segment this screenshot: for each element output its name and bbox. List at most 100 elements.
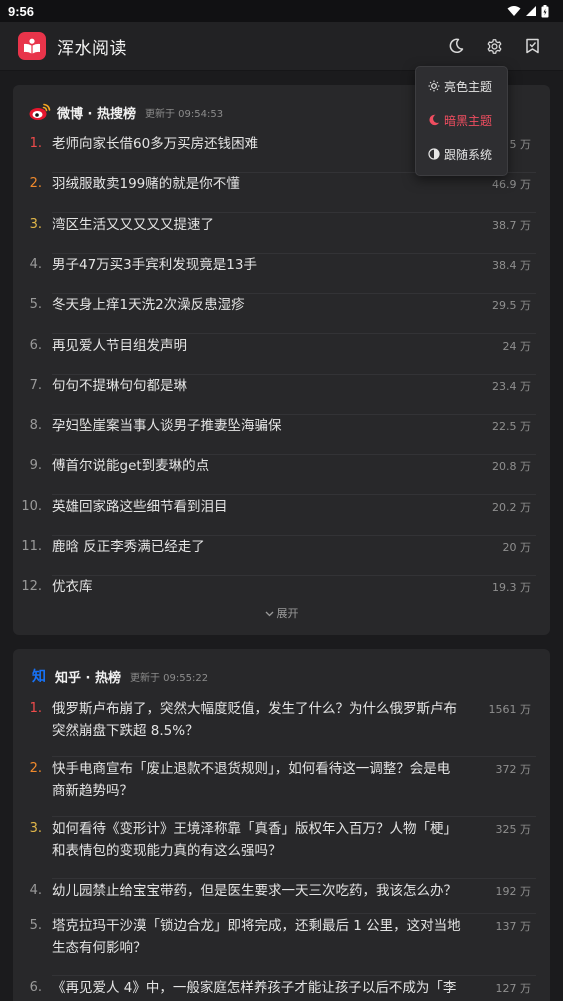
item-title[interactable]: 冬天身上痒1天洗2次澡反患湿疹 xyxy=(52,294,462,316)
heat-value: 372 万 xyxy=(495,763,532,776)
item-title[interactable]: 男子47万买3手宾利发现竟是13手 xyxy=(52,254,462,276)
weibo-source-title: 微博 · 热搜榜 xyxy=(57,106,136,122)
rank-number: 2. xyxy=(29,761,42,776)
item-title[interactable]: 俄罗斯卢布崩了，突然大幅度贬值，发生了什么？为什么俄罗斯卢布突然崩盘下跌超 8.… xyxy=(52,698,462,742)
item-title[interactable]: 《再见爱人 4》中，一般家庭怎样养孩子才能让孩子以后不成为「李 xyxy=(52,977,462,999)
list-item[interactable]: 6. 《再见爱人 4》中，一般家庭怎样养孩子才能让孩子以后不成为「李 127 万 xyxy=(13,977,550,1001)
app-bar: 浑水阅读 xyxy=(0,22,563,70)
menu-item-label: 暗黑主题 xyxy=(444,113,493,128)
settings-button[interactable] xyxy=(475,27,513,65)
menu-item-label: 亮色主题 xyxy=(444,79,493,94)
rank-number: 10. xyxy=(21,499,42,514)
rank-number: 7. xyxy=(29,378,42,393)
status-icons xyxy=(507,4,549,18)
list-item[interactable]: 3. 湾区生活又又又又又提速了 38.7 万 xyxy=(13,214,550,254)
item-title[interactable]: 再见爱人节目组发声明 xyxy=(52,335,462,357)
row-divider xyxy=(52,494,536,495)
menu-item-label: 跟随系统 xyxy=(444,147,493,162)
row-divider xyxy=(52,878,536,879)
rank-number: 2. xyxy=(29,176,42,191)
moon-icon xyxy=(449,38,464,54)
row-divider xyxy=(52,333,536,334)
list-item[interactable]: 2. 快手电商宣布「废止退款不退货规则」，如何看待这一调整？会是电商新趋势吗？ 37… xyxy=(13,758,550,817)
heat-value: 20.8 万 xyxy=(492,460,531,473)
item-title[interactable]: 幼儿园禁止给宝宝带药，但是医生要求一天三次吃药，我该怎么办？ xyxy=(52,880,462,902)
row-divider xyxy=(52,816,536,817)
item-title[interactable]: 快手电商宣布「废止退款不退货规则」，如何看待这一调整？会是电商新趋势吗？ xyxy=(52,758,462,802)
contrast-icon xyxy=(428,148,440,160)
item-title[interactable]: 湾区生活又又又又又提速了 xyxy=(52,214,462,236)
zhihu-updated-time: 更新于 09:55:22 xyxy=(130,672,209,684)
heat-value: 127 万 xyxy=(495,982,532,995)
list-item[interactable]: 1. 俄罗斯卢布崩了，突然大幅度贬值，发生了什么？为什么俄罗斯卢布突然崩盘下跌超 … xyxy=(13,698,550,757)
row-divider xyxy=(52,913,536,914)
rank-number: 6. xyxy=(29,980,42,995)
menu-item-dark-theme[interactable]: 暗黑主题 xyxy=(416,103,509,137)
rank-number: 5. xyxy=(29,918,42,933)
theme-menu: 亮色主题 暗黑主题 跟随系统 xyxy=(415,66,508,176)
list-item[interactable]: 3. 如何看待《变形计》王境泽称靠「真香」版权年入百万？人物「梗」和表情包的变现能… xyxy=(13,818,550,879)
rank-number: 8. xyxy=(29,418,42,433)
rank-number: 12. xyxy=(21,579,42,594)
item-title[interactable]: 英雄回家路这些细节看到泪目 xyxy=(52,496,462,518)
rank-number: 1. xyxy=(29,701,42,716)
menu-item-light-theme[interactable]: 亮色主题 xyxy=(416,69,509,103)
weibo-updated-time: 更新于 09:54:53 xyxy=(145,108,224,120)
zhihu-logo: 知 xyxy=(32,669,46,685)
item-title[interactable]: 优衣库 xyxy=(52,576,462,598)
list-item[interactable]: 5. 塔克拉玛干沙漠「锁边合龙」即将完成，还剩最后 1 公里，这对当地生态有何影响… xyxy=(13,915,550,976)
rank-number: 9. xyxy=(29,458,42,473)
item-title[interactable]: 鹿晗 反正李秀满已经走了 xyxy=(52,536,462,558)
rank-number: 4. xyxy=(29,257,42,272)
chevron-down-icon xyxy=(265,611,273,617)
bookmarks-button[interactable] xyxy=(513,27,551,65)
expand-button[interactable]: 展开 xyxy=(13,605,550,621)
moon-icon xyxy=(429,114,440,126)
item-title[interactable]: 老师向家长借60多万买房还钱困难 xyxy=(52,133,462,155)
list-item[interactable]: 2. 羽绒服敢卖199赌的就是你不懂 46.9 万 xyxy=(13,173,550,213)
heat-value: 19.3 万 xyxy=(492,581,531,594)
sun-icon xyxy=(428,80,440,92)
heat-value: 46.9 万 xyxy=(492,178,531,191)
weibo-card-header: 微博 · 热搜榜 更新于 09:54:53 xyxy=(29,101,223,123)
item-title[interactable]: 孕妇坠崖案当事人谈男子推妻坠海骗保 xyxy=(52,415,462,437)
list-item[interactable]: 8. 孕妇坠崖案当事人谈男子推妻坠海骗保 22.5 万 xyxy=(13,415,550,455)
rank-number: 3. xyxy=(29,821,42,836)
wifi-icon xyxy=(507,6,521,16)
heat-value: 325 万 xyxy=(495,823,532,836)
rank-number: 11. xyxy=(21,539,42,554)
row-divider xyxy=(52,756,536,757)
list-item[interactable]: 9. 傅首尔说能get到麦琳的点 20.8 万 xyxy=(13,455,550,495)
rank-number: 1. xyxy=(29,136,42,151)
app-logo xyxy=(18,32,46,60)
zhihu-source-title: 知乎 · 热榜 xyxy=(55,670,121,686)
heat-value: 20.2 万 xyxy=(492,501,531,514)
item-title[interactable]: 句句不提琳句句都是琳 xyxy=(52,375,462,397)
zhihu-card-header: 知 知乎 · 热榜 更新于 09:55:22 xyxy=(29,665,208,687)
item-title[interactable]: 塔克拉玛干沙漠「锁边合龙」即将完成，还剩最后 1 公里，这对当地生态有何影响？ xyxy=(52,915,462,959)
row-divider xyxy=(52,212,536,213)
list-item[interactable]: 11. 鹿晗 反正李秀满已经走了 20 万 xyxy=(13,536,550,576)
list-item[interactable]: 10. 英雄回家路这些细节看到泪目 20.2 万 xyxy=(13,496,550,536)
list-item[interactable]: 7. 句句不提琳句句都是琳 23.4 万 xyxy=(13,375,550,415)
app-actions xyxy=(437,27,551,65)
signal-icon xyxy=(526,6,536,16)
theme-toggle-button[interactable] xyxy=(437,27,475,65)
rank-number: 3. xyxy=(29,217,42,232)
status-time: 9:56 xyxy=(8,3,35,19)
list-item[interactable]: 4. 男子47万买3手宾利发现竟是13手 38.4 万 xyxy=(13,254,550,294)
list-item[interactable]: 4. 幼儿园禁止给宝宝带药，但是医生要求一天三次吃药，我该怎么办？ 192 万 xyxy=(13,880,550,914)
rank-number: 4. xyxy=(29,883,42,898)
list-item[interactable]: 6. 再见爱人节目组发声明 24 万 xyxy=(13,335,550,375)
battery-icon xyxy=(541,4,549,17)
expand-label: 展开 xyxy=(276,607,299,620)
rank-number: 6. xyxy=(29,338,42,353)
list-item[interactable]: 5. 冬天身上痒1天洗2次澡反患湿疹 29.5 万 xyxy=(13,294,550,334)
menu-item-follow-system[interactable]: 跟随系统 xyxy=(416,137,509,171)
item-title[interactable]: 如何看待《变形计》王境泽称靠「真香」版权年入百万？人物「梗」和表情包的变现能力真… xyxy=(52,818,462,862)
heat-value: 137 万 xyxy=(495,920,532,933)
status-bar: 9:56 xyxy=(0,0,563,22)
heat-value: 192 万 xyxy=(495,885,532,898)
item-title[interactable]: 羽绒服敢卖199赌的就是你不懂 xyxy=(52,173,462,195)
item-title[interactable]: 傅首尔说能get到麦琳的点 xyxy=(52,455,462,477)
